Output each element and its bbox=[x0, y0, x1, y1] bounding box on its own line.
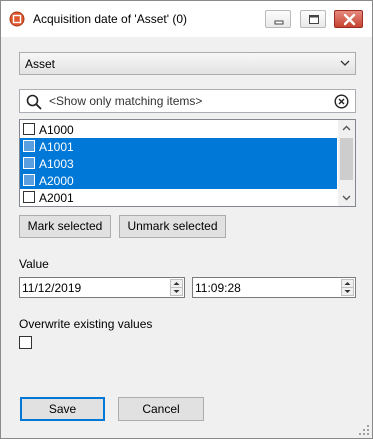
scroll-down-button[interactable] bbox=[338, 189, 355, 206]
maximize-icon bbox=[309, 15, 319, 24]
date-spinner-icon[interactable] bbox=[170, 279, 183, 296]
list-item-checkbox[interactable] bbox=[23, 157, 35, 169]
list-item-label: A1001 bbox=[39, 140, 74, 154]
search-icon bbox=[26, 94, 42, 110]
chevron-down-icon bbox=[340, 60, 350, 66]
resize-grip-icon[interactable] bbox=[358, 424, 370, 436]
window-title: Acquisition date of 'Asset' (0) bbox=[33, 12, 187, 26]
app-icon bbox=[9, 11, 25, 27]
list-item[interactable]: A2000 bbox=[20, 172, 337, 189]
list-item-label: A1000 bbox=[39, 123, 74, 137]
scroll-thumb[interactable] bbox=[340, 138, 353, 180]
cancel-button[interactable]: Cancel bbox=[118, 397, 204, 421]
overwrite-label: Overwrite existing values bbox=[19, 317, 153, 331]
scroll-up-button[interactable] bbox=[338, 120, 355, 137]
items-list[interactable]: A1000 A1001 A1003 A2000 A2001 bbox=[19, 119, 356, 207]
maximize-button[interactable] bbox=[300, 10, 326, 28]
dropdown-value: Asset bbox=[25, 57, 56, 71]
date-input[interactable]: 11/12/2019 bbox=[19, 277, 185, 298]
chevron-down-icon bbox=[342, 195, 351, 201]
minimize-button[interactable] bbox=[265, 10, 291, 28]
time-input[interactable]: 11:09:28 bbox=[192, 277, 356, 298]
time-value: 11:09:28 bbox=[195, 281, 241, 295]
list-item-label: A1003 bbox=[39, 157, 74, 171]
search-input[interactable]: <Show only matching items> bbox=[19, 89, 356, 113]
dialog-window: Acquisition date of 'Asset' (0) Asset <S… bbox=[0, 0, 373, 439]
minimize-icon bbox=[274, 20, 284, 25]
date-value: 11/12/2019 bbox=[22, 281, 82, 295]
list-item-checkbox[interactable] bbox=[23, 191, 35, 203]
close-button[interactable] bbox=[334, 10, 363, 28]
time-spinner-icon[interactable] bbox=[341, 279, 354, 296]
list-item-checkbox[interactable] bbox=[23, 140, 35, 152]
chevron-up-icon bbox=[342, 125, 351, 131]
list-item-label: A2001 bbox=[39, 191, 74, 205]
clear-search-icon[interactable] bbox=[334, 94, 349, 109]
list-item[interactable]: A1000 bbox=[20, 121, 337, 138]
list-item-checkbox[interactable] bbox=[23, 123, 35, 135]
mark-selected-button[interactable]: Mark selected bbox=[19, 215, 111, 238]
list-scrollbar[interactable] bbox=[338, 120, 355, 206]
unmark-selected-button[interactable]: Unmark selected bbox=[119, 215, 226, 238]
list-item[interactable]: A1001 bbox=[20, 138, 337, 155]
close-icon bbox=[343, 13, 356, 26]
list-item-checkbox[interactable] bbox=[23, 174, 35, 186]
search-placeholder: <Show only matching items> bbox=[49, 94, 203, 108]
value-label: Value bbox=[19, 257, 49, 271]
list-item[interactable]: A1003 bbox=[20, 155, 337, 172]
title-bar[interactable]: Acquisition date of 'Asset' (0) bbox=[1, 1, 372, 37]
list-item[interactable]: A2001 bbox=[20, 189, 337, 206]
overwrite-checkbox[interactable] bbox=[19, 336, 32, 349]
list-item-label: A2000 bbox=[39, 174, 74, 188]
save-button[interactable]: Save bbox=[20, 397, 105, 421]
object-type-dropdown[interactable]: Asset bbox=[19, 52, 356, 75]
